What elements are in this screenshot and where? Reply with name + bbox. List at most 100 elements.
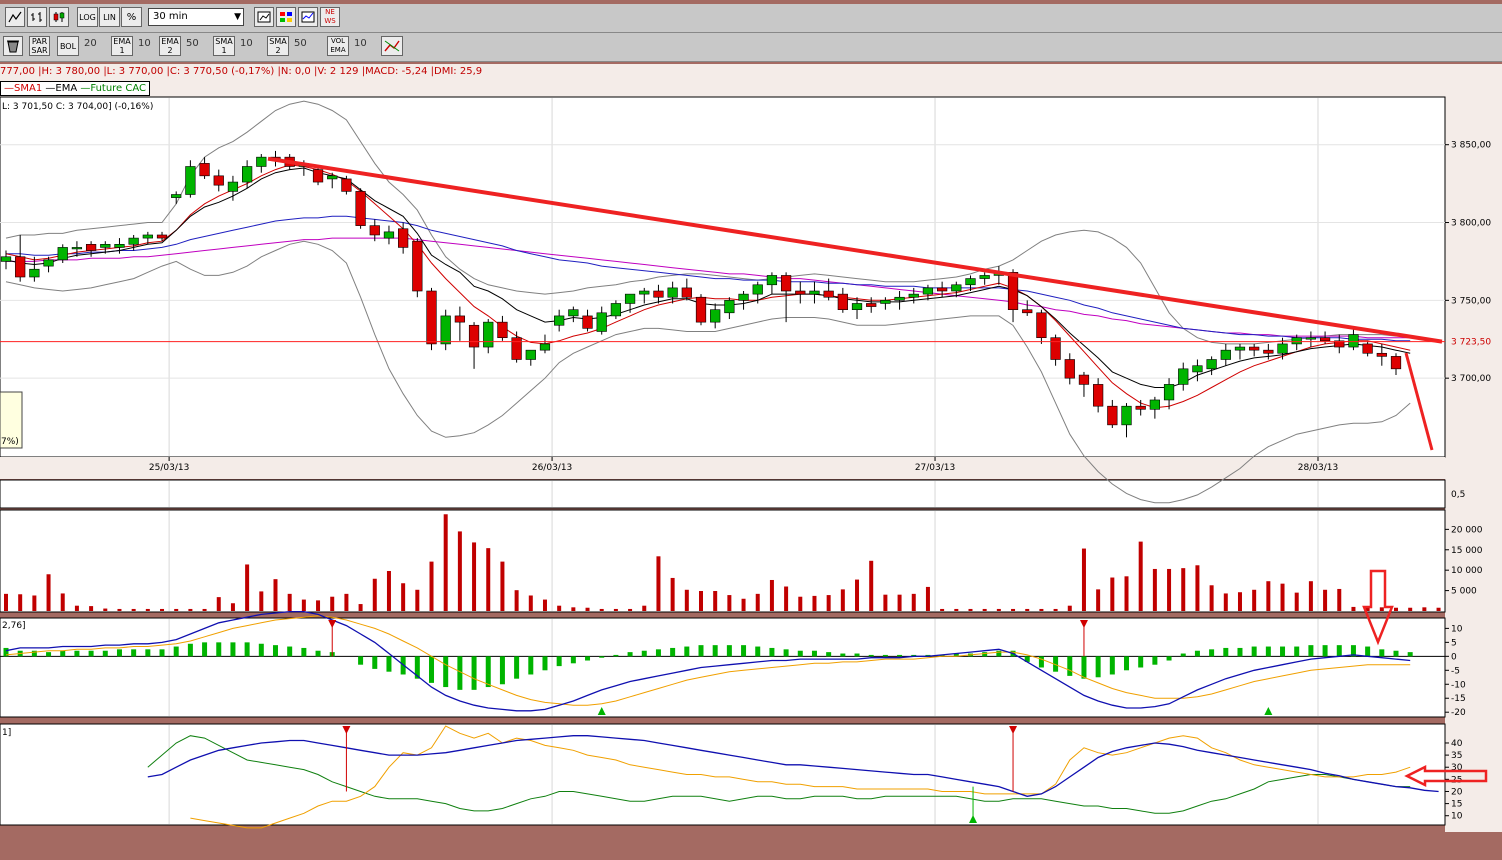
- volume-bar: [1181, 568, 1186, 611]
- macd-histogram-bar: [1407, 652, 1413, 657]
- candle-body: [1036, 312, 1047, 339]
- candle-body: [412, 240, 423, 292]
- volume-bar: [798, 596, 803, 611]
- macd-histogram-bar: [840, 653, 846, 657]
- candle-body: [710, 309, 721, 323]
- oscillator-axis: 0,5: [1451, 490, 1465, 500]
- volume-bar: [1167, 568, 1172, 611]
- candle-body: [398, 228, 409, 248]
- volume-bar: [330, 596, 335, 611]
- macd-histogram-bar: [1365, 646, 1371, 657]
- candle-body: [383, 231, 395, 239]
- volume-bar: [684, 589, 689, 611]
- candle-body: [894, 296, 905, 301]
- candle-body: [15, 256, 26, 278]
- candle-body: [1263, 349, 1274, 354]
- macd-histogram-bar: [244, 642, 250, 657]
- chart-canvas: 3 850,00 3 800,00 3 750,00 3 700,00 3 723,50…: [0, 96, 1491, 829]
- macd-histogram-bar: [471, 656, 477, 690]
- volume-bar: [1351, 606, 1356, 611]
- volume-bar: [741, 598, 746, 611]
- dmi-tick-label: 15: [1451, 800, 1462, 810]
- candle-body: [1390, 356, 1402, 370]
- macd-histogram-bar: [599, 656, 605, 658]
- oscillator-pane: [0, 479, 1446, 509]
- volume-bar: [230, 603, 235, 611]
- macd-histogram-bar: [1237, 647, 1243, 657]
- volume-bar: [826, 595, 831, 611]
- volume-bar: [996, 608, 1001, 611]
- macd-histogram-bar: [528, 656, 534, 675]
- macd-histogram-bar: [811, 650, 817, 657]
- candle-body: [468, 324, 480, 348]
- macd-histogram-bar: [897, 654, 903, 657]
- candle-body: [866, 303, 877, 307]
- volume-tick-label: 5 000: [1451, 587, 1477, 597]
- macd-histogram-bar: [1265, 646, 1271, 657]
- price-tick-label: 3 750,00: [1451, 296, 1491, 306]
- macd-histogram-bar: [1124, 656, 1130, 671]
- macd-tick-label: 5: [1451, 638, 1457, 648]
- volume-bar: [1025, 608, 1030, 611]
- dmi-tick-label: 35: [1451, 751, 1462, 761]
- price-tick-label: 3 800,00: [1451, 219, 1491, 229]
- volume-bar: [1294, 592, 1299, 611]
- macd-histogram-bar: [102, 650, 108, 657]
- candle-body: [610, 303, 622, 317]
- volume-bar: [571, 607, 576, 611]
- macd-histogram-bar: [301, 647, 307, 657]
- candle-body: [965, 278, 976, 286]
- macd-histogram-bar: [1251, 646, 1257, 657]
- price-tick-label: 3 850,00: [1451, 141, 1491, 151]
- volume-tick-label: 10 000: [1451, 566, 1483, 576]
- macd-histogram-bar: [755, 646, 761, 657]
- macd-histogram-bar: [443, 656, 449, 688]
- macd-histogram-bar: [741, 645, 747, 657]
- volume-bar: [472, 542, 477, 611]
- macd-histogram-bar: [315, 650, 321, 657]
- macd-histogram-bar: [570, 656, 576, 664]
- macd-histogram-bar: [996, 650, 1002, 657]
- macd-histogram-bar: [797, 650, 803, 657]
- date-label: 28/03/13: [1298, 463, 1338, 473]
- candle-body: [596, 312, 607, 332]
- macd-histogram-bar: [258, 643, 264, 657]
- candle-body: [1249, 346, 1260, 351]
- macd-tick-label: -10: [1451, 680, 1466, 690]
- dmi-pane: [0, 723, 1446, 826]
- macd-histogram-bar: [655, 649, 661, 657]
- volume-bar: [160, 608, 165, 611]
- candle-body: [483, 321, 494, 348]
- candle-body: [1206, 359, 1217, 370]
- volume-bar: [202, 608, 207, 611]
- volume-bar: [1337, 588, 1342, 611]
- candle-body: [539, 343, 551, 351]
- candle-body: [440, 315, 451, 345]
- candle-body: [426, 290, 437, 345]
- macd-histogram-bar: [116, 649, 122, 657]
- macd-histogram-bar: [627, 652, 633, 657]
- volume-bar: [401, 583, 406, 611]
- current-price-label: 3 723,50: [1451, 338, 1491, 348]
- macd-histogram-bar: [868, 654, 874, 657]
- macd-histogram-bar: [514, 656, 520, 679]
- price-tick-label: 3 700,00: [1451, 374, 1491, 384]
- volume-bar: [585, 607, 590, 611]
- volume-bar: [386, 571, 391, 611]
- macd-histogram-bar: [882, 654, 888, 657]
- candle-body: [525, 349, 536, 360]
- candle-body: [568, 309, 579, 317]
- partial-info-text: 7%): [1, 437, 19, 447]
- candle-body: [922, 287, 934, 295]
- macd-histogram-bar: [542, 656, 548, 671]
- volume-bar: [855, 579, 860, 611]
- candle-body: [908, 293, 919, 298]
- candle-body: [738, 293, 749, 301]
- candle-body: [71, 247, 83, 250]
- status-bar: [0, 832, 1502, 860]
- candle-body: [1064, 359, 1075, 379]
- volume-bar: [74, 605, 79, 611]
- macd-histogram-bar: [1294, 646, 1300, 657]
- volume-bar: [174, 608, 179, 611]
- volume-tick-label: 15 000: [1451, 546, 1483, 556]
